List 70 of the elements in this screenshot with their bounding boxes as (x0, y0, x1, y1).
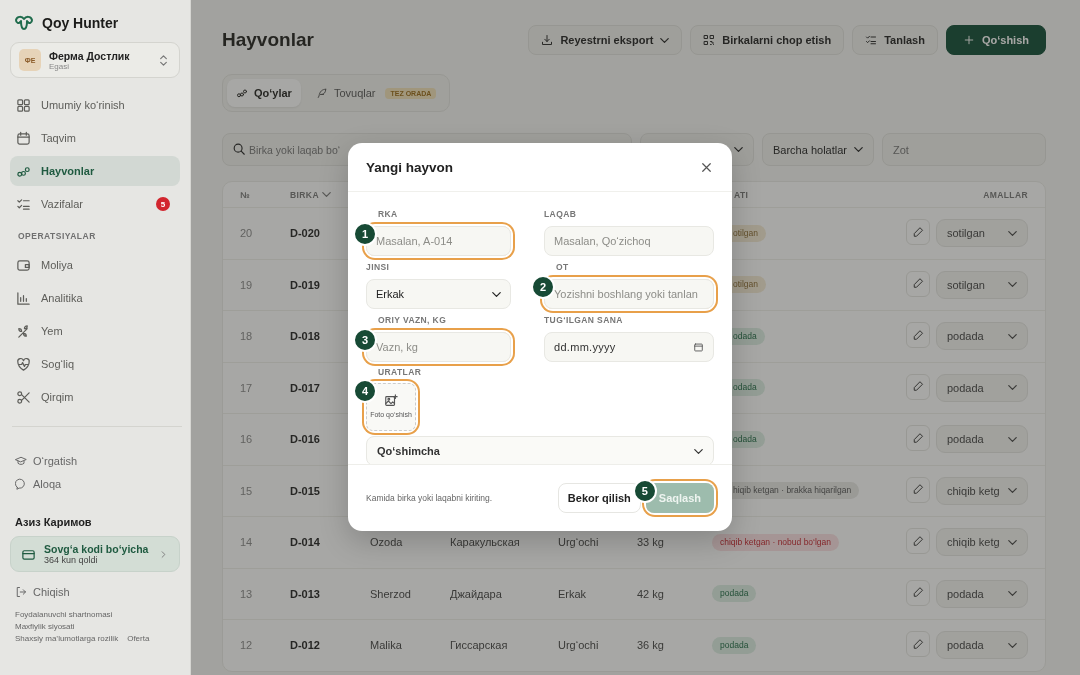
nav-label: Moliya (41, 259, 74, 271)
field-label: ORIY VAZN, KG (377, 315, 448, 326)
row-number: 13 (240, 587, 253, 600)
row-number: 17 (240, 381, 253, 394)
row-number: 14 (240, 536, 253, 549)
dialog-title: Yangi hayvon (366, 159, 454, 175)
tag-cell: D-015 (290, 484, 320, 497)
row-number: 15 (240, 484, 253, 497)
nav-label: Analitika (41, 292, 84, 304)
breed-cell-text: Джайдара (450, 587, 503, 600)
field-label: RKA (377, 209, 399, 220)
status-chip: chiqib ketgan · nobud bo‘lgan (712, 533, 840, 551)
sex-cell-text: Erkak (558, 587, 588, 600)
plan-title: Sovg‘a kodi bo‘yicha (44, 543, 150, 555)
row-number: 16 (240, 433, 253, 446)
count-badge: 5 (156, 197, 170, 211)
column-header: AMALLAR (982, 189, 1028, 200)
weight-cell-text: 36 kg (637, 639, 665, 652)
column-header: № (240, 189, 251, 200)
nav-label: Taqvim (41, 132, 77, 144)
tag-cell: D-012 (290, 639, 320, 652)
tag-cell: D-019 (290, 278, 320, 291)
nav-label: Umumiy ko‘rinish (41, 99, 126, 111)
step-number-badge: 1 (353, 222, 377, 246)
plan-days-left: 364 kun qoldi (44, 555, 99, 565)
name-cell-text: Ozoda (370, 536, 404, 549)
nav-label: Qirqim (41, 391, 75, 403)
link-label: O‘rgatish (33, 455, 78, 467)
sex-cell-text: Urg‘ochi (558, 536, 600, 549)
link-label: Chiqish (33, 586, 70, 598)
tag-cell: D-020 (290, 227, 320, 240)
nav-label: Yem (41, 325, 64, 337)
form-hint: Kamida birka yoki laqabni kiriting. (366, 493, 494, 503)
step-number-badge: 3 (353, 328, 377, 352)
page-title: Hayvonlar (222, 29, 314, 51)
tag-cell: D-016 (290, 433, 320, 446)
tag-cell: D-017 (290, 381, 320, 394)
row-number: 20 (240, 227, 253, 240)
farm-role: Egasi (49, 61, 69, 71)
row-number: 18 (240, 330, 253, 343)
status-chip: podada (712, 585, 757, 603)
row-number: 19 (240, 278, 253, 291)
section-heading: OPERATSIYALAR (17, 230, 97, 243)
status-chip: podada (712, 636, 757, 654)
weight-cell-text: 33 kg (637, 536, 665, 549)
tag-cell: D-014 (290, 536, 320, 549)
nav-label: Vazifalar (41, 198, 84, 210)
breed-cell-text: Гиссарская (450, 639, 509, 652)
field-label: LAQAB (544, 209, 578, 220)
nav-label: Hayvonlar (41, 165, 96, 177)
field-label: JINSI (366, 262, 391, 273)
nav-label: Sog‘liq (41, 358, 76, 370)
user-name: Азиз Каримов (14, 515, 93, 530)
tag-cell: D-018 (290, 330, 320, 343)
field-label: OT (555, 262, 570, 273)
name-cell-text: Malika (370, 639, 403, 652)
tag-cell: D-013 (290, 587, 320, 600)
app-name: Qoy Hunter (42, 15, 119, 31)
column-header: ATI (733, 189, 750, 200)
breed-cell-text: Каракульская (450, 536, 521, 549)
farm-name: Ферма Достлик (49, 49, 131, 62)
row-number: 12 (240, 639, 253, 652)
field-label: TUG‘ILGAN SANA (544, 315, 624, 326)
weight-cell-text: 42 kg (637, 587, 665, 600)
link-label: Aloqa (33, 478, 62, 490)
field-label: URATLAR (377, 367, 422, 377)
step-number-badge: 4 (353, 379, 377, 403)
name-cell-text: Sherzod (370, 587, 412, 600)
step-number-badge: 2 (531, 275, 555, 299)
sex-cell-text: Urg‘ochi (558, 639, 600, 652)
